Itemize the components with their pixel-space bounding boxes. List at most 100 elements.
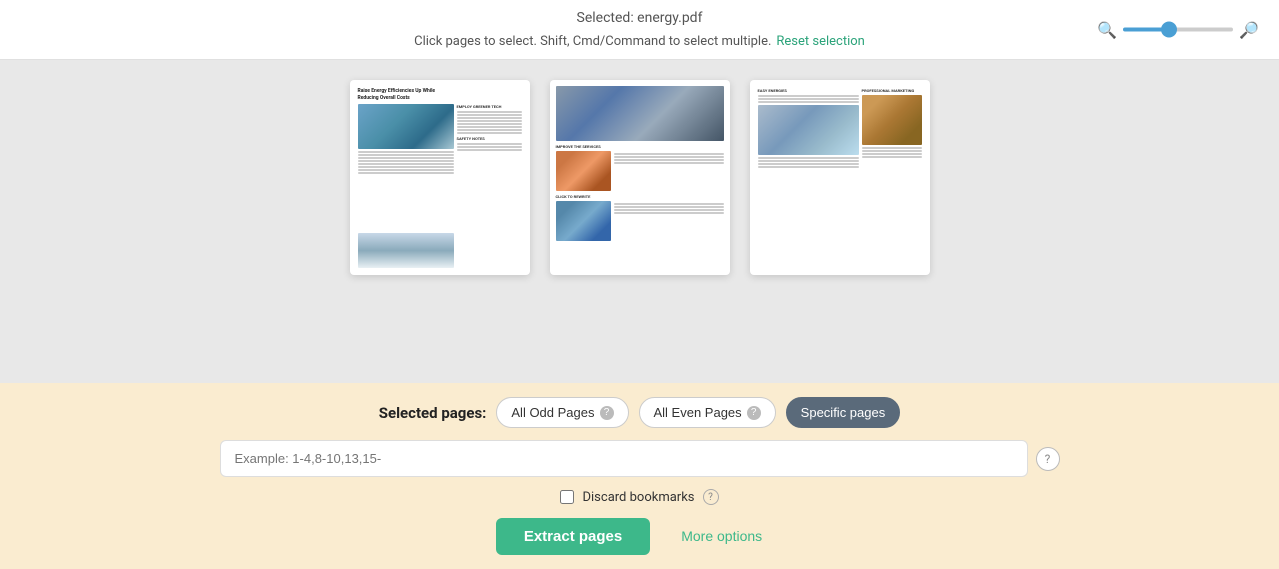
page2-label1: IMPROVE THE SERVICES (556, 144, 724, 149)
odd-help-icon[interactable]: ? (600, 406, 614, 420)
more-options-button[interactable]: More options (660, 517, 783, 555)
text-line (457, 149, 522, 151)
input-row: ? (220, 440, 1060, 477)
selected-file-title: Selected: energy.pdf (577, 10, 703, 26)
page1-text-block (358, 151, 454, 231)
page2-section2: CLICK TO REWRITE (556, 194, 724, 241)
page1-left (358, 104, 454, 268)
page1-line (358, 154, 454, 156)
all-even-pages-button[interactable]: All Even Pages ? (639, 397, 776, 428)
pages-input[interactable] (220, 440, 1028, 477)
page1-line (358, 157, 454, 159)
text-line (758, 166, 859, 168)
actions-row: Extract pages More options (496, 517, 783, 555)
page1-cols: EMPLOY GREENER TECH SAFETY NOTES (358, 104, 522, 268)
text-line (758, 95, 859, 97)
text-line (614, 209, 724, 211)
page2-river-img (556, 201, 611, 241)
page3-left: EASY ENERGIES (758, 88, 859, 267)
page3-text1 (758, 95, 859, 103)
page1-safety-lines (457, 143, 522, 151)
page1-header: Raise Energy Efficiencies Up WhileReduci… (358, 88, 522, 101)
extract-pages-button[interactable]: Extract pages (496, 518, 650, 555)
text-line (758, 163, 859, 165)
bottom-panel: Selected pages: All Odd Pages ? All Even… (0, 383, 1279, 569)
page2-label2: CLICK TO REWRITE (556, 194, 724, 199)
page3-mountain-img (758, 105, 859, 155)
text-line (457, 120, 522, 122)
text-line (457, 111, 522, 113)
page-thumb-2[interactable]: IMPROVE THE SERVICES CLICK TO REWRITE (550, 80, 730, 275)
page3-energy-label: EASY ENERGIES (758, 88, 859, 93)
page2-content: IMPROVE THE SERVICES CLICK TO REWRITE (550, 80, 730, 275)
text-line (457, 129, 522, 131)
page-thumb-3[interactable]: EASY ENERGIES PROFESSIONAL (750, 80, 930, 275)
specific-pages-button[interactable]: Specific pages (786, 397, 901, 428)
page2-section1: IMPROVE THE SERVICES (556, 144, 724, 191)
text-line (457, 123, 522, 125)
input-help-icon[interactable]: ? (1036, 447, 1060, 471)
page3-cols: EASY ENERGIES PROFESSIONAL (758, 88, 922, 267)
page3-marketing-label: PROFESSIONAL MARKETING (862, 88, 922, 93)
text-line (457, 146, 522, 148)
text-line (862, 150, 922, 152)
text-line (614, 159, 724, 161)
text-line (457, 143, 522, 145)
page1-line (358, 151, 454, 153)
page3-text2 (758, 157, 859, 168)
text-line (457, 126, 522, 128)
reset-selection-link[interactable]: Reset selection (776, 34, 864, 49)
text-line (614, 162, 724, 164)
text-line (614, 206, 724, 208)
text-line (614, 156, 724, 158)
instruction-text: Click pages to select. Shift, Cmd/Comman… (414, 34, 771, 49)
page3-canyon-img (862, 95, 922, 145)
instruction-row: Click pages to select. Shift, Cmd/Comman… (414, 34, 865, 49)
selected-pages-label: Selected pages: (379, 404, 487, 422)
discard-help-icon[interactable]: ? (703, 489, 719, 505)
all-odd-pages-button[interactable]: All Odd Pages ? (496, 397, 628, 428)
page2-top-img (556, 86, 724, 141)
checkbox-row: Discard bookmarks ? (560, 489, 718, 505)
all-odd-pages-label: All Odd Pages (511, 405, 594, 420)
text-line (758, 160, 859, 162)
pages-area: Raise Energy Efficiencies Up WhileReduci… (0, 60, 1279, 383)
page1-snow-img (358, 233, 454, 268)
page1-right-lines (457, 111, 522, 134)
page1-line (358, 160, 454, 162)
text-line (862, 156, 922, 158)
discard-bookmarks-label: Discard bookmarks (582, 490, 694, 505)
even-help-icon[interactable]: ? (747, 406, 761, 420)
text-line (457, 132, 522, 134)
page1-line (358, 169, 454, 171)
page1-mountain-img (358, 104, 454, 149)
page-thumb-1[interactable]: Raise Energy Efficiencies Up WhileReduci… (350, 80, 530, 275)
text-line (862, 153, 922, 155)
top-bar: Selected: energy.pdf Click pages to sele… (0, 0, 1279, 60)
zoom-controls: 🔍 🔎 (1097, 20, 1259, 39)
text-line (614, 203, 724, 205)
text-line (457, 114, 522, 116)
text-line (614, 153, 724, 155)
zoom-out-icon[interactable]: 🔍 (1097, 20, 1117, 39)
all-even-pages-label: All Even Pages (654, 405, 742, 420)
page1-line (358, 163, 454, 165)
page1-safety-label: SAFETY NOTES (457, 136, 522, 141)
page2-autumn-img (556, 151, 611, 191)
zoom-slider[interactable] (1123, 28, 1233, 32)
page2-cols2 (556, 201, 724, 241)
specific-pages-label: Specific pages (801, 405, 886, 420)
text-line (862, 147, 922, 149)
page1-line (358, 172, 454, 174)
zoom-in-icon[interactable]: 🔎 (1239, 20, 1259, 39)
discard-bookmarks-checkbox[interactable] (560, 490, 574, 504)
page2-col-text1 (614, 151, 724, 191)
page3-text3 (862, 147, 922, 158)
page2-cols1 (556, 151, 724, 191)
text-line (758, 98, 859, 100)
page1-content: Raise Energy Efficiencies Up WhileReduci… (350, 80, 530, 275)
page2-col-text2 (614, 201, 724, 241)
text-line (614, 212, 724, 214)
text-line (457, 117, 522, 119)
page1-right: EMPLOY GREENER TECH SAFETY NOTES (457, 104, 522, 268)
